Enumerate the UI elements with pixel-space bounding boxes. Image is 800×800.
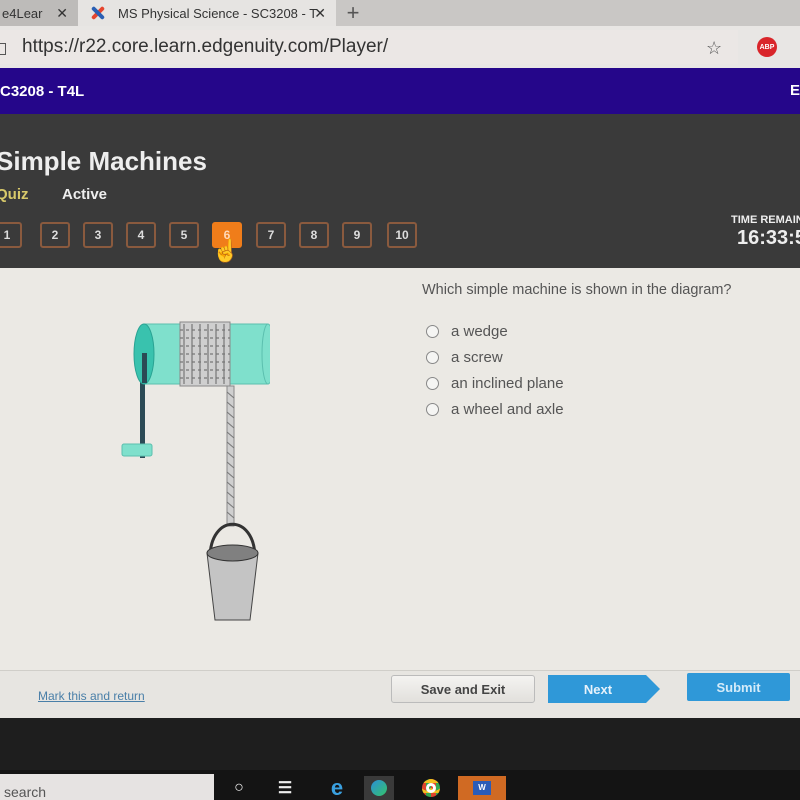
bucket [206,552,259,621]
next-button[interactable]: Next [548,675,660,703]
time-remaining-value: 16:33:5 [737,227,800,249]
course-bar: C3208 - T4L E [0,68,800,114]
wheel-and-axle-diagram [121,321,270,621]
address-bar: https://r22.core.learn.edgenuity.com/Pla… [0,26,800,68]
question-button[interactable]: 3 [83,222,113,248]
question-button[interactable]: 5 [169,222,199,248]
tab-title: MS Physical Science - SC3208 - T [118,5,318,21]
radio-button[interactable] [426,402,439,416]
answer-option[interactable]: a screw [426,344,564,370]
browser-tab[interactable]: e4Lear ✕ [0,0,78,26]
question-text: Which simple machine is shown in the dia… [422,282,732,298]
answer-options: a wedge a screw an inclined plane a whee… [426,318,564,422]
question-content: Which simple machine is shown in the dia… [0,268,800,670]
add-favorite-icon[interactable]: ☆ [706,38,722,59]
answer-label: a screw [451,348,503,366]
question-button[interactable]: 2 [40,222,70,248]
question-button[interactable]: 8 [299,222,329,248]
url-text: https://r22.core.learn.edgenuity.com/Pla… [22,36,389,57]
course-code: C3208 - T4L [0,82,85,100]
answer-label: a wedge [451,322,508,340]
radio-button[interactable] [426,350,439,364]
next-label: Next [583,681,613,697]
wound-rope [179,321,231,387]
chrome-icon[interactable] [416,776,446,800]
crank-handle [121,443,153,457]
search-placeholder: search [4,784,47,800]
radio-button[interactable] [426,376,439,390]
tab-title: e4Lear [2,5,43,21]
question-button[interactable]: 9 [342,222,372,248]
question-button[interactable]: 1 [0,222,22,248]
edge-icon[interactable] [364,776,394,800]
taskbar-search-box[interactable]: search [0,774,214,800]
answer-label: an inclined plane [451,374,564,392]
time-remaining-label: TIME REMAIN [731,214,800,226]
screen: e4Lear ✕ MS Physical Science - SC3208 - … [0,0,800,800]
browser-tab-bar: e4Lear ✕ MS Physical Science - SC3208 - … [0,0,800,26]
edgenuity-logo-icon [88,5,108,21]
taskbar: search ○ ☰ e W [0,770,800,800]
quiz-header: Simple Machines Quiz Active 1 2 3 4 5 6 … [0,114,800,268]
activity-status: Active [62,186,108,203]
quiz-footer: Mark this and return Save and Exit Next … [0,670,800,718]
quiz-title: Simple Machines [0,146,207,176]
question-button[interactable]: 10 [387,222,417,248]
page-icon [0,43,6,55]
answer-option[interactable]: a wheel and axle [426,396,564,422]
question-button[interactable]: 4 [126,222,156,248]
save-and-exit-button[interactable]: Save and Exit [391,675,535,703]
course-bar-right-text[interactable]: E [790,82,800,99]
cortana-icon[interactable]: ○ [224,776,254,800]
answer-label: a wheel and axle [451,400,564,418]
close-tab-icon[interactable]: ✕ [314,5,326,22]
radio-button[interactable] [426,324,439,338]
submit-button[interactable]: Submit [687,673,790,701]
close-tab-icon[interactable]: ✕ [56,5,68,22]
new-tab-button[interactable]: + [340,0,366,26]
activity-type: Quiz [0,186,29,203]
hand-cursor-icon: ☝ [212,238,240,263]
answer-option[interactable]: a wedge [426,318,564,344]
task-view-icon[interactable]: ☰ [270,776,300,800]
answer-option[interactable]: an inclined plane [426,370,564,396]
desktop-background [0,718,800,770]
word-icon[interactable]: W [458,776,506,800]
adblock-icon[interactable]: ABP [757,37,777,57]
url-input[interactable]: https://r22.core.learn.edgenuity.com/Pla… [0,30,738,64]
question-button[interactable]: 7 [256,222,286,248]
browser-tab-active[interactable]: MS Physical Science - SC3208 - T ✕ [78,0,336,26]
mark-and-return-link[interactable]: Mark this and return [38,689,145,703]
ie-icon[interactable]: e [322,775,352,800]
